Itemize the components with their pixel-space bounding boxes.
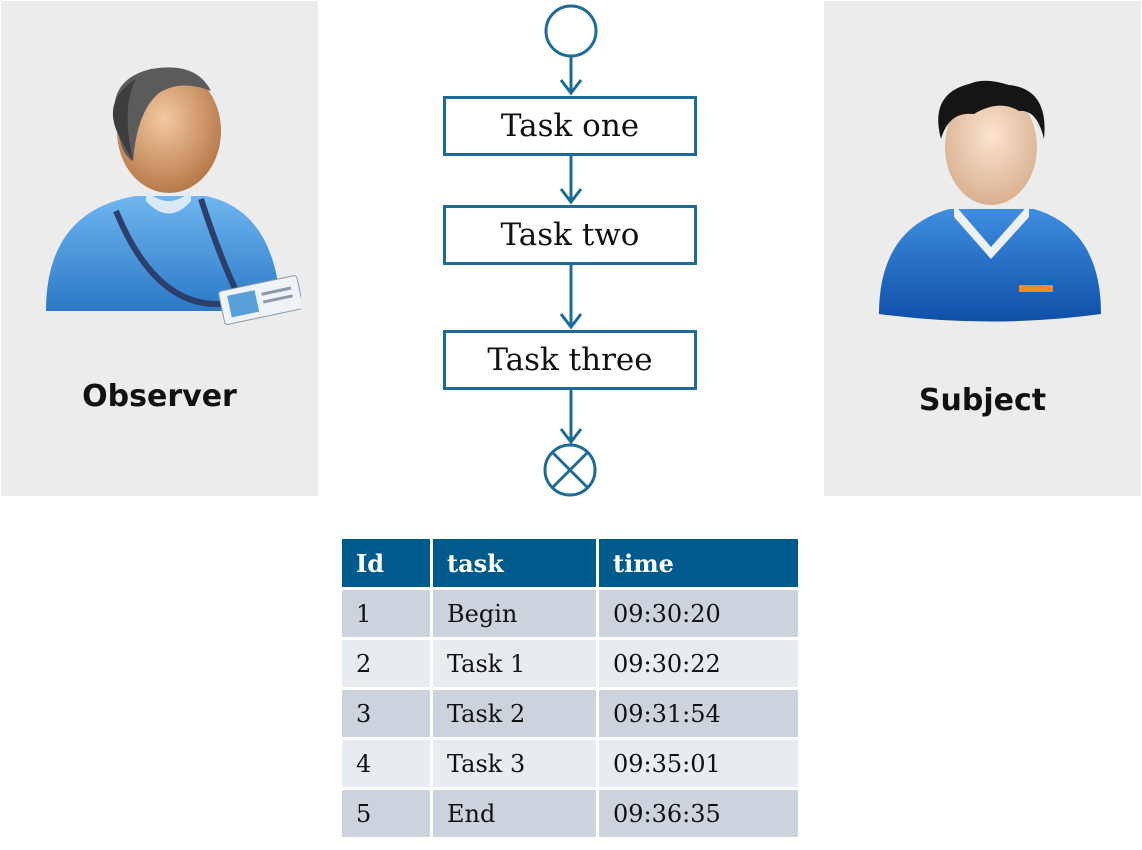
cell-id: 4 — [342, 738, 433, 790]
header-id: Id — [342, 539, 433, 590]
cell-task: End — [431, 788, 599, 837]
cell-task: Task 2 — [431, 688, 599, 740]
cell-id: 3 — [342, 688, 433, 740]
arrow-start-to-task-1 — [559, 56, 583, 96]
table-row: 4 Task 3 09:35:01 — [342, 738, 798, 790]
end-node-icon — [543, 443, 597, 497]
table-row: 3 Task 2 09:31:54 — [342, 688, 798, 740]
arrow-task-3-to-end — [559, 390, 583, 445]
cell-task: Task 1 — [431, 638, 599, 690]
cell-task: Begin — [431, 588, 599, 640]
table-row: 5 End 09:36:35 — [342, 788, 798, 837]
cell-time: 09:31:54 — [597, 688, 798, 740]
task-log-table: Id task time 1 Begin 09:30:20 2 Task 1 0… — [342, 539, 798, 837]
cell-id: 2 — [342, 638, 433, 690]
table-row: 2 Task 1 09:30:22 — [342, 638, 798, 690]
cell-time: 09:30:20 — [597, 588, 798, 640]
header-task: task — [431, 539, 599, 590]
table-row: 1 Begin 09:30:20 — [342, 588, 798, 640]
header-time: time — [597, 539, 798, 590]
cell-time: 09:35:01 — [597, 738, 798, 790]
cell-id: 1 — [342, 588, 433, 640]
start-node-icon — [544, 4, 598, 58]
arrow-task-1-to-task-2 — [559, 156, 583, 205]
task-box-one: Task one — [443, 96, 697, 156]
cell-time: 09:30:22 — [597, 638, 798, 690]
table-header-row: Id task time — [342, 539, 798, 590]
arrow-task-2-to-task-3 — [559, 265, 583, 330]
cell-id: 5 — [342, 788, 433, 837]
cell-time: 09:36:35 — [597, 788, 798, 837]
task-box-two: Task two — [443, 205, 697, 265]
task-box-three: Task three — [443, 330, 697, 390]
cell-task: Task 3 — [431, 738, 599, 790]
